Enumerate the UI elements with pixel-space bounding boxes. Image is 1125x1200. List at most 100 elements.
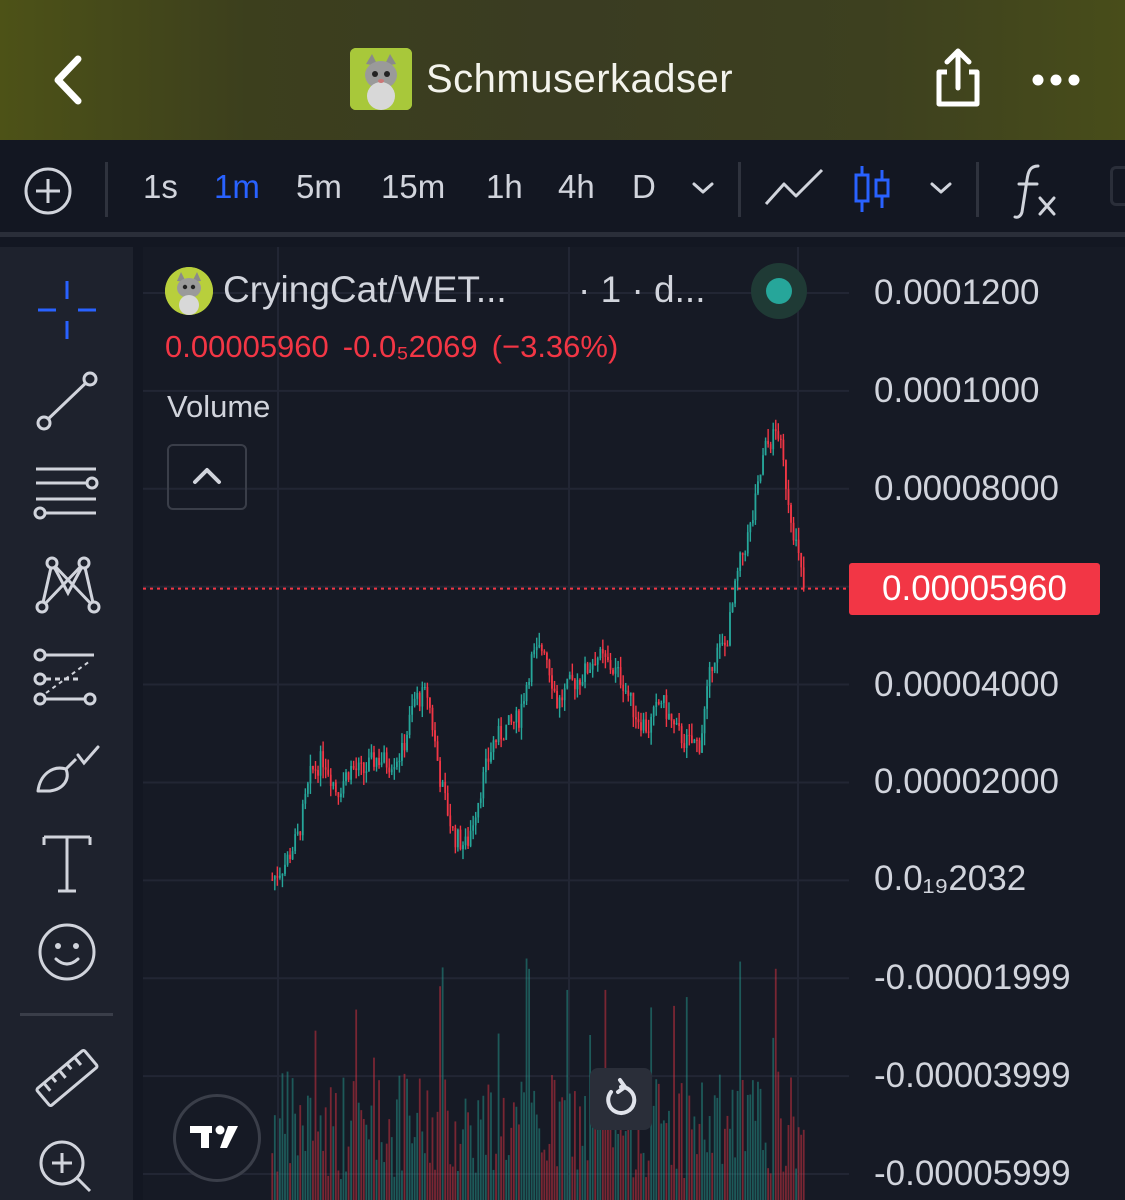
- candle-body: [576, 679, 579, 690]
- interval-5m[interactable]: 5m: [296, 168, 342, 206]
- price-axis-label: 0.0001200: [874, 273, 1040, 312]
- interval-dropdown-button[interactable]: [688, 176, 718, 200]
- volume-bar: [546, 1160, 548, 1200]
- share-button[interactable]: [925, 44, 991, 114]
- interval-4h[interactable]: 4h: [558, 168, 595, 206]
- candle-body: [655, 701, 658, 707]
- fib-retracement-tool[interactable]: [30, 643, 104, 717]
- volume-bar: [395, 1099, 398, 1200]
- volume-bar: [413, 1137, 416, 1200]
- volume-indicator-label[interactable]: Volume: [167, 389, 270, 425]
- candle-body: [309, 765, 312, 784]
- candle-body: [802, 567, 805, 589]
- candle-body: [439, 760, 441, 787]
- more-options-button[interactable]: [1028, 60, 1088, 100]
- symbol-name[interactable]: CryingCat/WET...: [223, 269, 507, 311]
- candle-body: [421, 687, 424, 707]
- symbol-interval[interactable]: · 1 · d...: [578, 269, 705, 311]
- toolbar-overflow-hint: [1110, 166, 1125, 206]
- volume-bar: [299, 1105, 302, 1200]
- candle-body: [454, 827, 457, 848]
- interval-1h[interactable]: 1h: [486, 168, 523, 206]
- volume-bar: [294, 1113, 297, 1200]
- candle-body: [624, 690, 627, 692]
- market-status-indicator[interactable]: [751, 263, 807, 319]
- volume-bar: [464, 1098, 467, 1200]
- candle-body: [332, 782, 335, 787]
- candle-body: [289, 854, 291, 860]
- volume-bar: [390, 1137, 393, 1200]
- chevron-down-icon: [692, 182, 714, 194]
- candle-body: [599, 648, 602, 659]
- back-button[interactable]: [40, 45, 100, 115]
- legend-change: -0.0₅2069: [342, 329, 478, 364]
- brush-icon: [36, 745, 100, 793]
- candle-body: [352, 765, 355, 769]
- text-tool[interactable]: [30, 827, 104, 901]
- candle-body: [446, 793, 449, 816]
- volume-bar: [418, 1078, 421, 1200]
- interval-1s[interactable]: 1s: [143, 168, 178, 206]
- candle-body: [622, 684, 625, 691]
- horizontal-lines-tool[interactable]: [30, 457, 104, 531]
- candlestick-button[interactable]: [852, 162, 892, 216]
- candle-body: [556, 690, 558, 708]
- emoji-tool[interactable]: [30, 915, 104, 989]
- reset-chart-button[interactable]: [590, 1068, 652, 1130]
- volume-bar: [459, 1143, 462, 1200]
- candle-body: [510, 715, 513, 722]
- candle-body: [355, 768, 358, 771]
- volume-bar: [759, 1088, 762, 1200]
- candle-body: [495, 740, 497, 743]
- tradingview-logo[interactable]: [173, 1094, 261, 1182]
- crosshair-tool[interactable]: [30, 273, 104, 347]
- collapse-legend-button[interactable]: [167, 444, 247, 510]
- zoom-in-tool[interactable]: [30, 1129, 104, 1200]
- volume-bar: [665, 1123, 668, 1200]
- candle-body: [337, 792, 340, 798]
- volume-bar: [647, 1160, 650, 1200]
- add-symbol-button[interactable]: [22, 165, 74, 217]
- volume-bar: [739, 961, 742, 1200]
- emoji-icon: [38, 923, 96, 981]
- candle-body: [629, 692, 632, 696]
- volume-bar: [495, 1153, 497, 1200]
- chart-area[interactable]: CryingCat/WET... · 1 · d... 0.00005960 -0…: [143, 247, 1125, 1200]
- measure-tool[interactable]: [30, 1041, 104, 1115]
- volume-bar: [350, 1120, 352, 1200]
- candle-body: [497, 726, 500, 743]
- volume-bar: [622, 1135, 625, 1200]
- volume-bar: [729, 1128, 731, 1200]
- line-chart-button[interactable]: [762, 164, 828, 214]
- volume-bar: [479, 1119, 482, 1200]
- candle-body: [317, 770, 319, 776]
- candle-body: [408, 714, 411, 735]
- volume-bar: [375, 1159, 378, 1200]
- interval-d[interactable]: D: [632, 168, 656, 206]
- volume-bar: [441, 967, 444, 1200]
- current-price-tag: 0.00005960: [849, 563, 1100, 615]
- candle-body: [609, 660, 612, 670]
- volume-bar: [566, 989, 569, 1200]
- candle-body: [724, 642, 726, 646]
- volume-bar: [637, 1126, 640, 1200]
- candle-body: [472, 825, 475, 831]
- pattern-tool[interactable]: [30, 549, 104, 623]
- volume-bar: [612, 1147, 614, 1200]
- reset-icon: [606, 1078, 637, 1115]
- volume-bar: [632, 1177, 635, 1200]
- interval-15m[interactable]: 15m: [381, 168, 445, 206]
- volume-bar: [406, 1078, 408, 1200]
- volume-bar: [474, 1172, 477, 1200]
- indicators-button[interactable]: [1012, 160, 1062, 220]
- chat-title[interactable]: Schmuserkadser: [350, 48, 733, 110]
- candle-body: [584, 663, 586, 682]
- brush-tool[interactable]: [30, 735, 104, 809]
- price-axis-label: -0.00003999: [874, 1056, 1071, 1095]
- candle-body: [540, 644, 543, 652]
- trend-line-tool[interactable]: [30, 365, 104, 439]
- volume-bar: [304, 1150, 307, 1200]
- chart-type-dropdown-button[interactable]: [926, 176, 956, 200]
- interval-1m[interactable]: 1m: [214, 168, 260, 206]
- candle-body: [718, 643, 721, 648]
